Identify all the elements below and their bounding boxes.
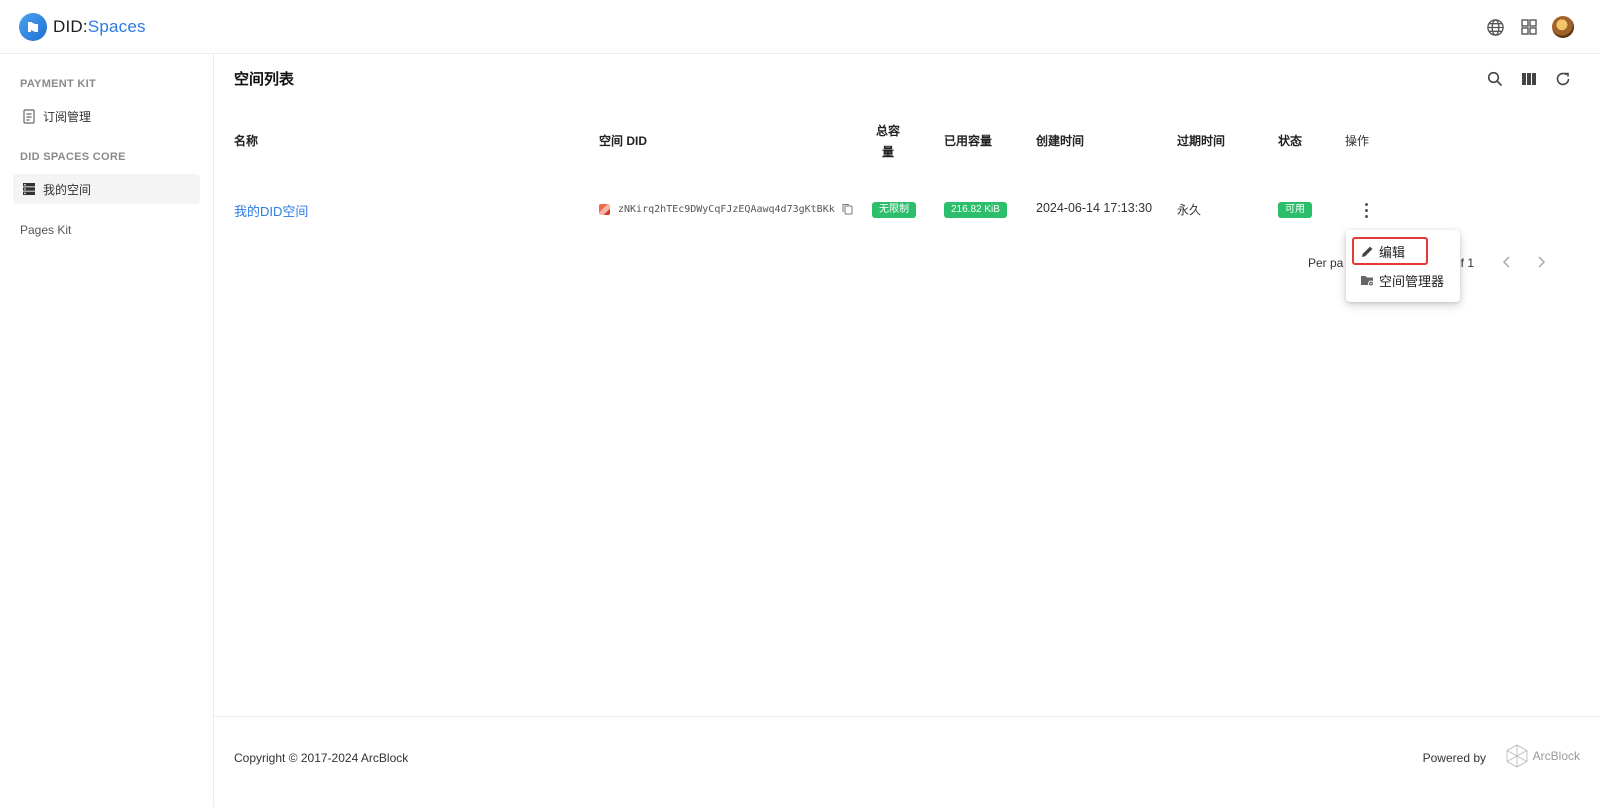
total-capacity-badge: 无限制 <box>872 202 916 218</box>
menu-item-label: 编辑 <box>1379 244 1406 260</box>
menu-item-label: 空间管理器 <box>1379 273 1445 289</box>
next-page-icon[interactable] <box>1532 253 1550 271</box>
column-header-status[interactable]: 状态 <box>1278 132 1302 149</box>
column-header-expires-at[interactable]: 过期时间 <box>1177 132 1225 149</box>
arcblock-logo[interactable]: ArcBlock <box>1506 744 1580 768</box>
space-did-value: zNKirq2hTEc9DWyCqFJzEQAawq4d73gKtBKk <box>618 203 835 215</box>
menu-item-edit[interactable]: 编辑 <box>1360 239 1405 263</box>
sidebar-item-subscription[interactable]: 订阅管理 <box>13 101 200 131</box>
column-header-total-capacity-line2: 量 <box>881 145 894 159</box>
app-logo-text: DID:Spaces <box>53 17 146 37</box>
app-header: DID:Spaces <box>0 0 1600 54</box>
previous-page-icon[interactable] <box>1498 253 1516 271</box>
logo-suffix: Spaces <box>87 17 146 36</box>
column-header-total-capacity[interactable]: 总容 量 <box>870 121 906 163</box>
sidebar-item-label: 我的空间 <box>43 182 92 197</box>
user-avatar[interactable] <box>1552 16 1574 38</box>
actions-menu: 编辑 空间管理器 <box>1346 230 1460 302</box>
sidebar-item-pages-kit[interactable]: Pages Kit <box>20 223 71 237</box>
arcblock-cube-icon <box>1506 744 1528 768</box>
folder-settings-icon <box>1360 273 1375 288</box>
arcblock-brand-text: ArcBlock <box>1532 749 1580 763</box>
sidebar-section-did-spaces-core: DID SPACES CORE <box>20 151 126 163</box>
sidebar: PAYMENT KIT 订阅管理 DID SPACES CORE 我的空间 Pa… <box>0 54 214 807</box>
did-spaces-logo-icon <box>19 13 47 41</box>
status-badge: 可用 <box>1278 202 1312 218</box>
column-header-actions: 操作 <box>1345 134 1370 148</box>
column-header-did[interactable]: 空间 DID <box>599 132 647 149</box>
rows-per-page-label: Per pa <box>1308 256 1344 270</box>
powered-by-label: Powered by <box>1422 751 1486 765</box>
search-icon[interactable] <box>1484 68 1506 90</box>
copyright-text: Copyright © 2017-2024 ArcBlock <box>234 751 409 765</box>
expires-at-value: 永久 <box>1177 203 1202 217</box>
page-title: 空间列表 <box>234 71 295 88</box>
sidebar-item-label: 订阅管理 <box>43 109 92 124</box>
menu-item-space-manager[interactable]: 空间管理器 <box>1360 268 1444 292</box>
sidebar-item-my-space[interactable]: 我的空间 <box>13 174 200 204</box>
sidebar-section-payment-kit: PAYMENT KIT <box>20 78 97 90</box>
column-header-name[interactable]: 名称 <box>234 132 258 149</box>
column-header-total-capacity-line1: 总容 <box>875 124 900 138</box>
logo-prefix: DID: <box>53 17 88 36</box>
copy-icon[interactable] <box>842 203 853 215</box>
view-columns-icon[interactable] <box>1518 68 1540 90</box>
table-toolbar <box>1484 68 1574 90</box>
pencil-icon <box>1360 244 1375 259</box>
column-header-created-at[interactable]: 创建时间 <box>1036 132 1084 149</box>
space-name-link[interactable]: 我的DID空间 <box>234 201 308 220</box>
more-actions-icon[interactable] <box>1358 199 1374 221</box>
used-capacity-badge: 216.82 KiB <box>944 202 1007 218</box>
app-logo[interactable]: DID:Spaces <box>19 13 146 41</box>
apps-grid-icon[interactable] <box>1518 16 1540 38</box>
storage-icon <box>21 181 37 197</box>
column-header-used-capacity[interactable]: 已用容量 <box>944 132 992 149</box>
refresh-icon[interactable] <box>1552 68 1574 90</box>
space-did-cell: zNKirq2hTEc9DWyCqFJzEQAawq4d73gKtBKk <box>599 203 853 215</box>
page-footer: Copyright © 2017-2024 ArcBlock Powered b… <box>214 716 1600 807</box>
created-at-value: 2024-06-14 17:13:30 <box>1036 201 1153 215</box>
receipt-icon <box>21 108 37 124</box>
language-globe-icon[interactable] <box>1484 16 1506 38</box>
did-avatar-icon <box>599 203 610 215</box>
